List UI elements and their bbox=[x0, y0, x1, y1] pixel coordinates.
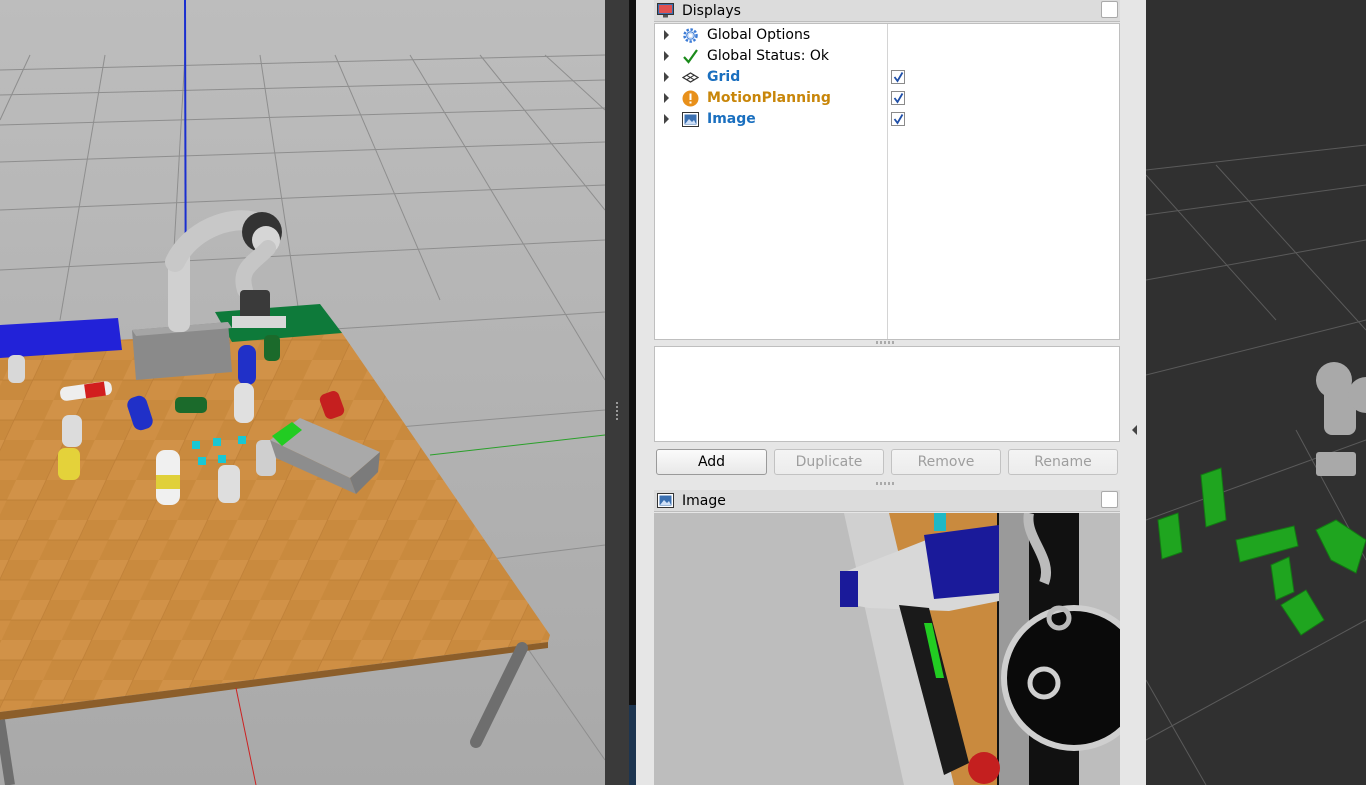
displays-panel-title: Displays bbox=[682, 2, 741, 19]
display-item-grid[interactable]: Grid bbox=[655, 67, 1119, 87]
displays-panel-header: Displays bbox=[654, 0, 1120, 22]
image-icon bbox=[682, 112, 699, 127]
window-edge bbox=[629, 0, 636, 785]
display-item-label: Grid bbox=[707, 69, 741, 85]
remove-button[interactable]: Remove bbox=[891, 449, 1001, 475]
expand-arrow-icon[interactable] bbox=[664, 72, 669, 82]
rviz-3d-viewport[interactable] bbox=[1146, 0, 1366, 785]
display-item-label: MotionPlanning bbox=[707, 90, 831, 106]
display-item-label: Image bbox=[707, 111, 756, 127]
add-button[interactable]: Add bbox=[656, 449, 767, 475]
collapse-panel-arrow-icon[interactable] bbox=[1132, 425, 1137, 435]
expand-arrow-icon[interactable] bbox=[664, 93, 669, 103]
motionplanning-enabled-checkbox[interactable] bbox=[891, 91, 905, 105]
vertical-splitter[interactable] bbox=[605, 0, 629, 785]
displays-tree[interactable]: Global Options Global Status: Ok Grid Mo… bbox=[654, 23, 1120, 340]
checkmark-icon bbox=[683, 49, 698, 64]
display-item-motionplanning[interactable]: MotionPlanning bbox=[655, 88, 1119, 108]
displays-panel-float-button[interactable] bbox=[1101, 1, 1118, 18]
splitter-handle[interactable] bbox=[876, 341, 896, 344]
rename-button[interactable]: Rename bbox=[1008, 449, 1118, 475]
display-item-label: Global Status: Ok bbox=[707, 48, 830, 64]
rviz-scene bbox=[1146, 0, 1366, 785]
display-item-image[interactable]: Image bbox=[655, 109, 1119, 129]
monitor-icon bbox=[657, 3, 674, 18]
expand-arrow-icon[interactable] bbox=[664, 51, 669, 61]
image-enabled-checkbox[interactable] bbox=[891, 112, 905, 126]
display-description-box bbox=[654, 346, 1120, 442]
image-icon bbox=[657, 493, 674, 508]
grid-enabled-checkbox[interactable] bbox=[891, 70, 905, 84]
camera-image bbox=[654, 513, 1120, 785]
warning-icon bbox=[682, 90, 699, 107]
image-panel-float-button[interactable] bbox=[1101, 491, 1118, 508]
grid-icon bbox=[682, 72, 699, 83]
gazebo-scene bbox=[0, 0, 605, 785]
display-item-global-options[interactable]: Global Options bbox=[655, 25, 1119, 45]
expand-arrow-icon[interactable] bbox=[664, 30, 669, 40]
gear-icon bbox=[683, 28, 698, 43]
display-item-global-status[interactable]: Global Status: Ok bbox=[655, 46, 1119, 66]
camera-image-view bbox=[654, 513, 1120, 785]
image-panel-header: Image bbox=[654, 490, 1120, 512]
gazebo-3d-viewport[interactable] bbox=[0, 0, 605, 785]
image-panel-title: Image bbox=[682, 492, 726, 509]
rviz-side-panel: Displays Global Options Global Status: O… bbox=[636, 0, 1146, 785]
expand-arrow-icon[interactable] bbox=[664, 114, 669, 124]
display-item-label: Global Options bbox=[707, 27, 811, 43]
duplicate-button[interactable]: Duplicate bbox=[774, 449, 884, 475]
splitter-handle[interactable] bbox=[876, 482, 896, 485]
